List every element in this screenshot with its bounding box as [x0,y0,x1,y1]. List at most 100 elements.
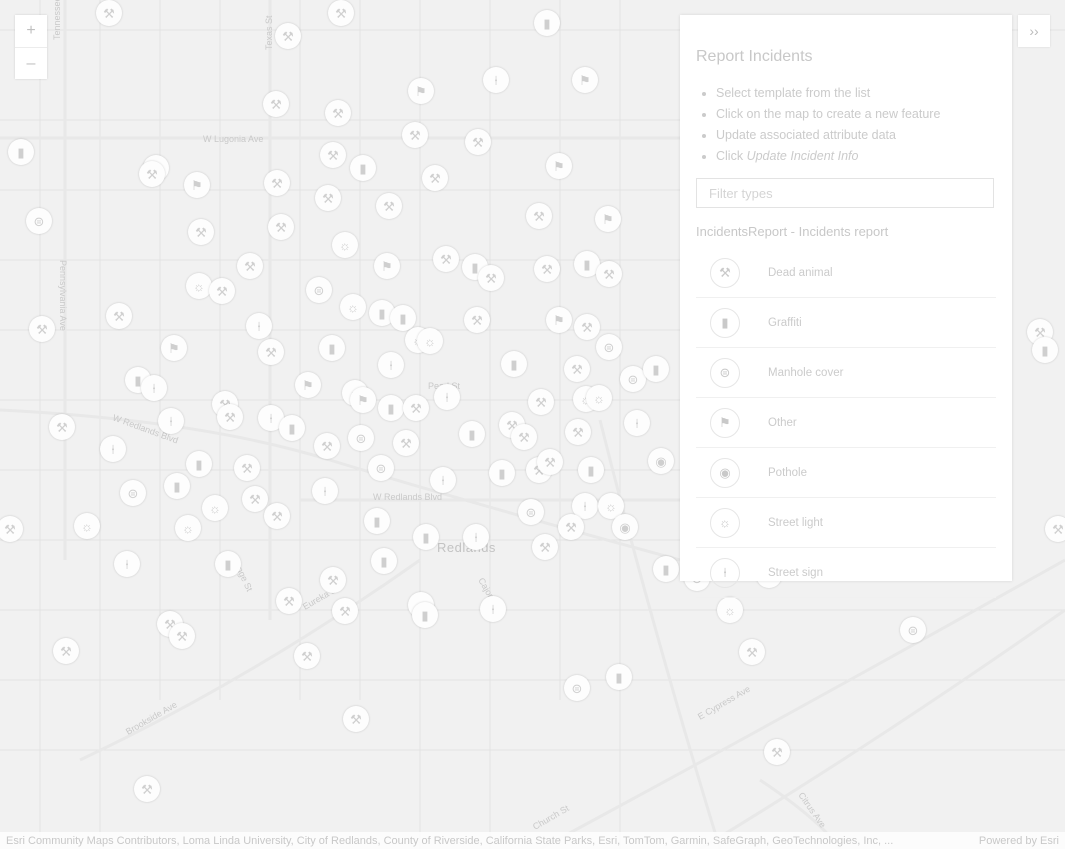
street-light-icon[interactable]: ☼ [417,328,443,354]
hammer-icon[interactable]: ⚒ [263,91,289,117]
hammer-icon[interactable]: ⚒ [294,643,320,669]
spray-can-icon[interactable]: ▮ [606,664,632,690]
hammer-icon[interactable]: ⚒ [96,0,122,26]
hammer-icon[interactable]: ⚒ [242,486,268,512]
spray-can-icon[interactable]: ▮ [578,457,604,483]
hammer-icon[interactable]: ⚒ [393,430,419,456]
hammer-icon[interactable]: ⚒ [328,0,354,26]
pothole-icon[interactable]: ◉ [648,448,674,474]
hammer-icon[interactable]: ⚒ [376,193,402,219]
hammer-icon[interactable]: ⚒ [565,419,591,445]
flag-icon[interactable]: ⚑ [295,372,321,398]
hammer-icon[interactable]: ⚒ [209,278,235,304]
zoom-in-button[interactable]: + [15,15,47,48]
filter-types-input[interactable] [696,178,994,208]
street-sign-icon[interactable]: ⍿ [430,467,456,493]
street-sign-icon[interactable]: ⍿ [141,375,167,401]
hammer-icon[interactable]: ⚒ [558,514,584,540]
street-sign-icon[interactable]: ⍿ [463,524,489,550]
hammer-icon[interactable]: ⚒ [532,534,558,560]
flag-icon[interactable]: ⚑ [546,153,572,179]
hammer-icon[interactable]: ⚒ [264,170,290,196]
street-light-icon[interactable]: ☼ [202,495,228,521]
spray-can-icon[interactable]: ▮ [412,602,438,628]
template-item-dead-animal[interactable]: ⚒ Dead animal [696,248,996,298]
spray-can-icon[interactable]: ▮ [371,548,397,574]
hammer-icon[interactable]: ⚒ [422,165,448,191]
hammer-icon[interactable]: ⚒ [217,404,243,430]
attribution-text[interactable]: Esri Community Maps Contributors, Loma L… [0,835,957,847]
flag-icon[interactable]: ⚑ [572,67,598,93]
street-sign-icon[interactable]: ⍿ [158,408,184,434]
street-sign-icon[interactable]: ⍿ [434,384,460,410]
street-light-icon[interactable]: ☼ [340,294,366,320]
spray-can-icon[interactable]: ▮ [364,508,390,534]
street-light-icon[interactable]: ☼ [717,597,743,623]
hammer-icon[interactable]: ⚒ [402,122,428,148]
spray-can-icon[interactable]: ▮ [534,10,560,36]
spray-can-icon[interactable]: ▮ [501,351,527,377]
spray-can-icon[interactable]: ▮ [653,556,679,582]
hammer-icon[interactable]: ⚒ [526,203,552,229]
hammer-icon[interactable]: ⚒ [139,161,165,187]
street-light-icon[interactable]: ☼ [186,273,212,299]
spray-can-icon[interactable]: ▮ [8,139,34,165]
manhole-icon[interactable]: ⊜ [518,499,544,525]
hammer-icon[interactable]: ⚒ [275,23,301,49]
hammer-icon[interactable]: ⚒ [169,623,195,649]
hammer-icon[interactable]: ⚒ [537,449,563,475]
template-item-manhole-cover[interactable]: ⊜ Manhole cover [696,348,996,398]
hammer-icon[interactable]: ⚒ [268,214,294,240]
template-item-street-sign[interactable]: ⍿ Street sign [696,548,996,598]
hammer-icon[interactable]: ⚒ [403,395,429,421]
manhole-icon[interactable]: ⊜ [26,208,52,234]
flag-icon[interactable]: ⚑ [595,206,621,232]
manhole-icon[interactable]: ⊜ [306,277,332,303]
hammer-icon[interactable]: ⚒ [234,455,260,481]
flag-icon[interactable]: ⚑ [374,253,400,279]
hammer-icon[interactable]: ⚒ [511,424,537,450]
hammer-icon[interactable]: ⚒ [596,261,622,287]
spray-can-icon[interactable]: ▮ [459,421,485,447]
hammer-icon[interactable]: ⚒ [528,389,554,415]
collapse-panel-button[interactable]: ›› [1018,15,1050,47]
template-item-graffiti[interactable]: ▮ Graffiti [696,298,996,348]
spray-can-icon[interactable]: ▮ [215,551,241,577]
hammer-icon[interactable]: ⚒ [564,356,590,382]
flag-icon[interactable]: ⚑ [184,172,210,198]
zoom-out-button[interactable]: – [15,48,47,80]
manhole-icon[interactable]: ⊜ [596,334,622,360]
hammer-icon[interactable]: ⚒ [764,739,790,765]
street-sign-icon[interactable]: ⍿ [246,313,272,339]
pothole-icon[interactable]: ◉ [612,514,638,540]
street-light-icon[interactable]: ☼ [175,515,201,541]
hammer-icon[interactable]: ⚒ [465,129,491,155]
flag-icon[interactable]: ⚑ [546,307,572,333]
manhole-icon[interactable]: ⊜ [368,455,394,481]
hammer-icon[interactable]: ⚒ [478,265,504,291]
manhole-icon[interactable]: ⊜ [900,617,926,643]
spray-can-icon[interactable]: ▮ [643,356,669,382]
street-sign-icon[interactable]: ⍿ [114,551,140,577]
spray-can-icon[interactable]: ▮ [319,335,345,361]
template-item-street-light[interactable]: ☼ Street light [696,498,996,548]
hammer-icon[interactable]: ⚒ [314,433,340,459]
street-sign-icon[interactable]: ⍿ [624,410,650,436]
street-light-icon[interactable]: ☼ [74,513,100,539]
hammer-icon[interactable]: ⚒ [134,776,160,802]
hammer-icon[interactable]: ⚒ [574,314,600,340]
hammer-icon[interactable]: ⚒ [49,414,75,440]
hammer-icon[interactable]: ⚒ [1045,516,1065,542]
hammer-icon[interactable]: ⚒ [276,588,302,614]
hammer-icon[interactable]: ⚒ [258,339,284,365]
spray-can-icon[interactable]: ▮ [164,473,190,499]
hammer-icon[interactable]: ⚒ [315,185,341,211]
hammer-icon[interactable]: ⚒ [106,303,132,329]
hammer-icon[interactable]: ⚒ [464,307,490,333]
manhole-icon[interactable]: ⊜ [564,675,590,701]
template-item-pothole[interactable]: ◉ Pothole [696,448,996,498]
manhole-icon[interactable]: ⊜ [348,425,374,451]
spray-can-icon[interactable]: ▮ [186,451,212,477]
hammer-icon[interactable]: ⚒ [739,639,765,665]
hammer-icon[interactable]: ⚒ [264,503,290,529]
